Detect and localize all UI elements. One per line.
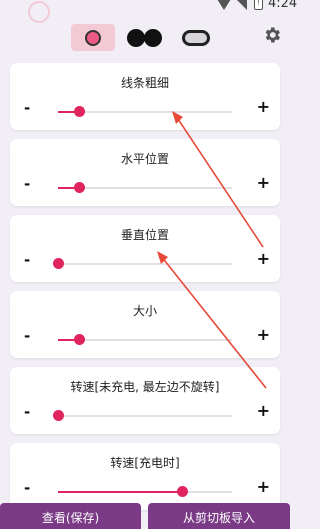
setting-label: 转速[未充电, 最左边不旋转] [70, 380, 220, 394]
setting-card-line-width: 线条粗细 - + [10, 63, 280, 130]
setting-card-vertical-position: 垂直位置 - + [10, 215, 280, 282]
setting-card-horizontal-position: 水平位置 - + [10, 139, 280, 206]
dot-left-icon [127, 29, 145, 47]
increase-button[interactable]: + [257, 251, 270, 267]
decrease-button[interactable]: - [24, 253, 30, 268]
slider[interactable] [53, 258, 232, 269]
dot-right-icon [144, 29, 162, 47]
increase-button[interactable]: + [257, 175, 270, 191]
status-bar: ! 4:24 [0, 0, 297, 24]
increase-button[interactable]: + [257, 479, 270, 495]
slider-thumb[interactable] [53, 410, 64, 421]
signal-icon [236, 0, 247, 10]
increase-button[interactable]: + [257, 403, 270, 419]
slider-thumb[interactable] [176, 486, 188, 497]
decrease-button[interactable]: - [24, 481, 30, 496]
slider[interactable] [58, 106, 232, 117]
setting-label: 线条粗细 [120, 76, 169, 90]
mode-single-dot-button[interactable] [71, 24, 115, 51]
battery-alert-text: ! [257, 0, 260, 7]
notification-ring-icon [28, 1, 50, 23]
mode-double-dot-button[interactable] [127, 29, 163, 47]
decrease-button[interactable]: - [24, 177, 30, 192]
increase-button[interactable]: + [257, 327, 270, 343]
setting-card-speed-charging: 转速[充电时] - + [10, 443, 280, 510]
slider[interactable] [58, 334, 232, 345]
decrease-button[interactable]: - [24, 405, 30, 420]
gear-icon[interactable] [262, 25, 282, 45]
slider-thumb[interactable] [73, 334, 85, 345]
increase-button[interactable]: + [257, 99, 270, 115]
setting-card-speed-not-charging: 转速[未充电, 最左边不旋转] - + [10, 367, 280, 434]
slider-fill [58, 491, 182, 493]
slider[interactable] [58, 486, 232, 497]
import-from-clipboard-button[interactable]: 从剪切板导入 [148, 503, 290, 529]
wifi-icon [217, 0, 231, 10]
single-dot-icon [85, 30, 101, 46]
mode-pill-button[interactable] [182, 30, 210, 46]
slider-thumb[interactable] [73, 106, 85, 117]
setting-card-size: 大小 - + [10, 291, 280, 358]
view-save-button[interactable]: 查看(保存) [0, 503, 141, 529]
slider[interactable] [58, 182, 232, 193]
setting-label: 转速[充电时] [110, 456, 180, 470]
slider-thumb[interactable] [53, 258, 64, 269]
status-time: 4:24 [268, 0, 298, 11]
setting-label: 垂直位置 [120, 228, 169, 242]
battery-icon: ! [254, 0, 263, 10]
slider-thumb[interactable] [73, 182, 85, 193]
decrease-button[interactable]: - [24, 329, 30, 344]
decrease-button[interactable]: - [24, 101, 30, 116]
setting-label: 大小 [132, 304, 157, 318]
setting-label: 水平位置 [120, 152, 169, 166]
slider[interactable] [53, 410, 232, 421]
